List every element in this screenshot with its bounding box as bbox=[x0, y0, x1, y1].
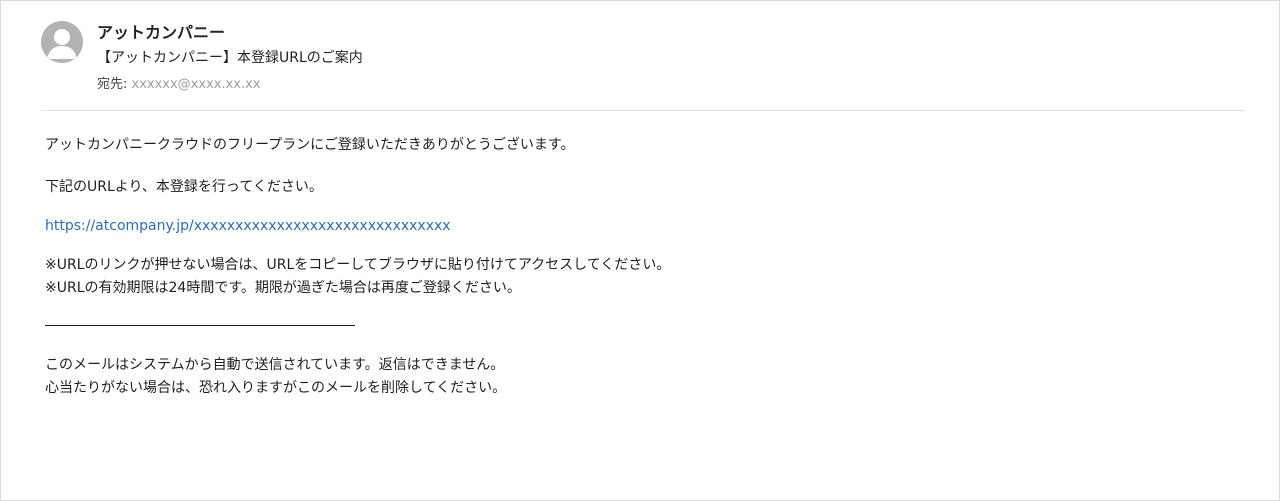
footer-text-1: このメールはシステムから自動で送信されています。返信はできません。 bbox=[45, 357, 505, 373]
recipient-line: 宛先: xxxxxx@xxxx.xx.xx bbox=[97, 73, 261, 92]
recipient-address: xxxxxx@xxxx.xx.xx bbox=[131, 77, 261, 92]
email-header: アットカンパニー 【アットカンパニー】本登録URLのご案内 宛先: xxxxxx… bbox=[1, 1, 1279, 111]
header-divider bbox=[41, 110, 1245, 111]
instruction-text: 下記のURLより、本登録を行ってください。 bbox=[45, 179, 323, 195]
sender-avatar-icon bbox=[41, 21, 83, 63]
registration-link-line: https://atcompany.jp/xxxxxxxxxxxxxxxxxxx… bbox=[45, 215, 451, 237]
separator-rule bbox=[45, 325, 355, 326]
footer-text-2: 心当たりがない場合は、恐れ入りますがこのメールを削除してください。 bbox=[45, 380, 507, 396]
recipient-label: 宛先: bbox=[97, 77, 132, 92]
greeting-text: アットカンパニークラウドのフリープランにご登録いただきありがとうございます。 bbox=[45, 137, 575, 153]
registration-link[interactable]: https://atcompany.jp/xxxxxxxxxxxxxxxxxxx… bbox=[45, 218, 451, 234]
note-text-2: ※URLの有効期限は24時間です。期限が過ぎた場合は再度ご登録ください。 bbox=[45, 280, 521, 296]
sender-name: アットカンパニー bbox=[97, 23, 226, 42]
note-text-1: ※URLのリンクが押せない場合は、URLをコピーしてブラウザに貼り付けてアクセス… bbox=[45, 257, 671, 273]
email-subject: 【アットカンパニー】本登録URLのご案内 bbox=[97, 50, 363, 66]
email-view: アットカンパニー 【アットカンパニー】本登録URLのご案内 宛先: xxxxxx… bbox=[0, 0, 1280, 501]
